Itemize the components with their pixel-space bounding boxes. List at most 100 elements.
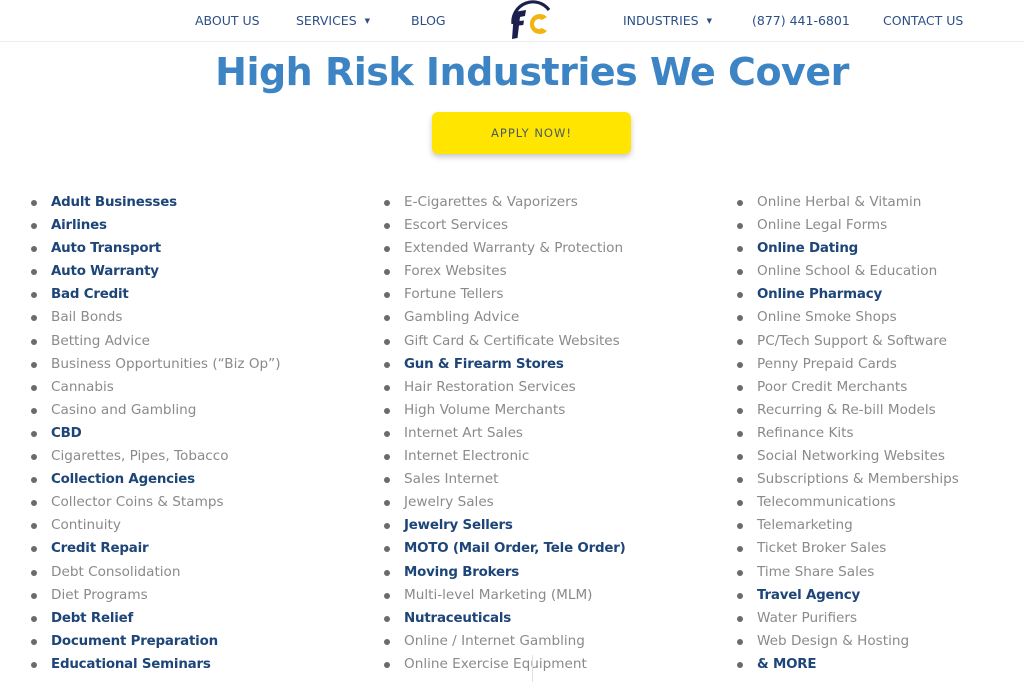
- industry-list-item[interactable]: Credit Repair: [30, 537, 281, 560]
- apply-now-button[interactable]: APPLY NOW!: [432, 112, 631, 154]
- industry-list-item[interactable]: Auto Transport: [30, 237, 281, 260]
- fc-logo-icon: [511, 0, 551, 39]
- nav-phone[interactable]: (877) 441-6801: [752, 13, 850, 28]
- nav-blog-label: BLOG: [411, 13, 446, 28]
- industry-label: Online Exercise Equipment: [404, 655, 587, 672]
- industry-label: Extended Warranty & Protection: [404, 240, 624, 257]
- industry-link[interactable]: Jewelry Sellers: [404, 518, 513, 533]
- industry-link[interactable]: Adult Businesses: [51, 195, 177, 210]
- top-navbar: ABOUT US SERVICES ▼ BLOG INDUSTRIES ▼ (877…: [0, 0, 1024, 42]
- industry-list-item: Time Share Sales: [736, 561, 959, 584]
- industry-list-item: PC/Tech Support & Software: [736, 330, 959, 353]
- industry-link[interactable]: Nutraceuticals: [404, 611, 511, 626]
- industry-label: Internet Art Sales: [404, 424, 524, 441]
- industry-label: Multi-level Marketing (MLM): [404, 586, 593, 603]
- nav-about-us[interactable]: ABOUT US: [195, 13, 260, 28]
- nav-contact-us-label: CONTACT US: [883, 13, 964, 28]
- industry-link[interactable]: Collection Agencies: [51, 472, 195, 487]
- industry-label: Gift Card & Certificate Websites: [404, 332, 620, 349]
- industry-label: Casino and Gambling: [51, 401, 197, 418]
- industry-label: Poor Credit Merchants: [757, 378, 908, 395]
- industries-column-3: Online Herbal & Vitamin Online Legal Form…: [736, 191, 959, 676]
- industry-label: Water Purifiers: [757, 609, 858, 626]
- industry-label: Ticket Broker Sales: [757, 540, 887, 557]
- industry-list-item[interactable]: Jewelry Sellers: [383, 514, 626, 537]
- industry-label: Gambling Advice: [404, 309, 520, 326]
- industry-label: Sales Internet: [404, 471, 499, 488]
- industry-list-item: Multi-level Marketing (MLM): [383, 584, 626, 607]
- industry-label: Telemarketing: [757, 517, 853, 534]
- industry-list-item: Online School & Education: [736, 260, 959, 283]
- industries-column-2: E-Cigarettes & Vaporizers Escort Services…: [383, 191, 626, 676]
- nav-phone-label: (877) 441-6801: [752, 13, 850, 28]
- industry-list-item[interactable]: Nutraceuticals: [383, 607, 626, 630]
- industry-list-item[interactable]: Auto Warranty: [30, 260, 281, 283]
- industry-label: Diet Programs: [51, 586, 148, 603]
- industry-label: Jewelry Sales: [404, 494, 494, 511]
- industry-label: Cigarettes, Pipes, Tobacco: [51, 448, 229, 465]
- industry-label: Betting Advice: [51, 332, 151, 349]
- industry-label: Continuity: [51, 517, 121, 534]
- industry-label: Cannabis: [51, 378, 114, 395]
- industry-list-item: Extended Warranty & Protection: [383, 237, 626, 260]
- industry-list-item[interactable]: Airlines: [30, 214, 281, 237]
- industry-link[interactable]: Online Dating: [757, 241, 858, 256]
- industry-list-item[interactable]: Moving Brokers: [383, 561, 626, 584]
- industry-list-item: Online / Internet Gambling: [383, 630, 626, 653]
- industry-list-item[interactable]: Online Dating: [736, 237, 959, 260]
- industry-list-item: Telemarketing: [736, 514, 959, 537]
- industries-column-1: Adult Businesses Airlines Auto Transport Au…: [30, 191, 281, 676]
- industry-link[interactable]: Auto Transport: [51, 241, 161, 256]
- nav-services-label: SERVICES: [296, 13, 357, 28]
- industry-list-item[interactable]: MOTO (Mail Order, Tele Order): [383, 537, 626, 560]
- industry-list-item: Hair Restoration Services: [383, 376, 626, 399]
- industry-link[interactable]: Document Preparation: [51, 634, 218, 649]
- fc-logo[interactable]: [507, 0, 555, 42]
- industry-link[interactable]: Bad Credit: [51, 287, 129, 302]
- nav-industries[interactable]: INDUSTRIES ▼: [623, 13, 712, 28]
- industry-list-item: Web Design & Hosting: [736, 630, 959, 653]
- industry-link[interactable]: Educational Seminars: [51, 657, 211, 672]
- nav-industries-label: INDUSTRIES: [623, 13, 699, 28]
- industry-list-item[interactable]: Adult Businesses: [30, 191, 281, 214]
- industry-label: Online Legal Forms: [757, 217, 888, 234]
- industry-link[interactable]: CBD: [51, 426, 82, 441]
- industry-list-item[interactable]: Educational Seminars: [30, 653, 281, 676]
- industry-list-item[interactable]: Travel Agency: [736, 584, 959, 607]
- industry-list-item[interactable]: Collection Agencies: [30, 468, 281, 491]
- industry-list-item[interactable]: & MORE: [736, 653, 959, 676]
- industry-link[interactable]: Debt Relief: [51, 611, 133, 626]
- industry-list-item[interactable]: Document Preparation: [30, 630, 281, 653]
- industry-label: Internet Electronic: [404, 448, 530, 465]
- industry-list-item[interactable]: CBD: [30, 422, 281, 445]
- industry-list-item[interactable]: Gun & Firearm Stores: [383, 353, 626, 376]
- industry-link[interactable]: MOTO (Mail Order, Tele Order): [404, 541, 626, 556]
- industry-label: High Volume Merchants: [404, 401, 566, 418]
- industry-link[interactable]: Gun & Firearm Stores: [404, 357, 564, 372]
- industry-link[interactable]: & MORE: [757, 657, 817, 672]
- nav-contact-us[interactable]: CONTACT US: [883, 13, 963, 28]
- nav-blog[interactable]: BLOG: [411, 13, 446, 28]
- industry-link[interactable]: Credit Repair: [51, 541, 149, 556]
- industry-label: Forex Websites: [404, 263, 507, 280]
- industry-label: Telecommunications: [757, 494, 896, 511]
- industry-link[interactable]: Travel Agency: [757, 588, 860, 603]
- industry-list-item[interactable]: Debt Relief: [30, 607, 281, 630]
- industry-label: Refinance Kits: [757, 424, 854, 441]
- industry-link[interactable]: Online Pharmacy: [757, 287, 882, 302]
- industry-list-item: Online Smoke Shops: [736, 306, 959, 329]
- industry-link[interactable]: Moving Brokers: [404, 565, 519, 580]
- industry-list-item[interactable]: Online Pharmacy: [736, 283, 959, 306]
- industry-list-item: Casino and Gambling: [30, 399, 281, 422]
- industry-list-item: Online Legal Forms: [736, 214, 959, 237]
- industry-label: Escort Services: [404, 217, 509, 234]
- industry-list-item[interactable]: Bad Credit: [30, 283, 281, 306]
- industry-list-item: Sales Internet: [383, 468, 626, 491]
- industry-list-item: Business Opportunities (“Biz Op”): [30, 353, 281, 376]
- industry-link[interactable]: Auto Warranty: [51, 264, 159, 279]
- industry-list-item: Online Exercise Equipment: [383, 653, 626, 676]
- industry-link[interactable]: Airlines: [51, 218, 107, 233]
- nav-services[interactable]: SERVICES ▼: [296, 13, 370, 28]
- industry-label: Web Design & Hosting: [757, 632, 910, 649]
- industry-label: Debt Consolidation: [51, 563, 181, 580]
